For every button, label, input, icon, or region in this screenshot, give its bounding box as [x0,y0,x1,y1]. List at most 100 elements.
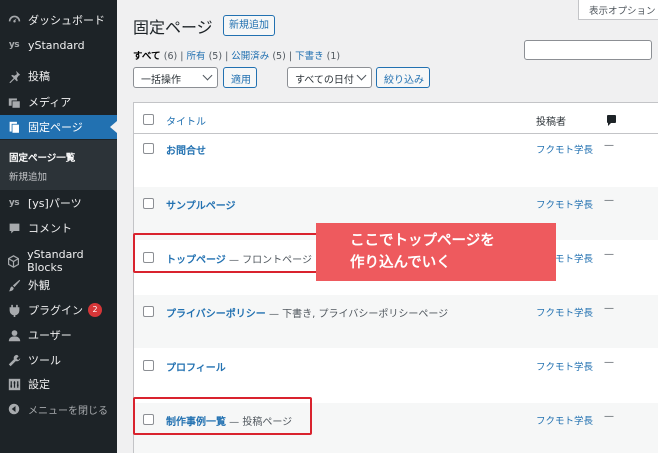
settings-icon [6,376,22,392]
submenu-all-pages[interactable]: 固定ページ一覧 [9,150,75,164]
comment-count: — [604,249,614,260]
author-link[interactable]: フクモト学長 [536,142,593,156]
comment-count: — [604,357,614,368]
menu-comments-label: コメント [28,222,72,235]
menu-pages[interactable]: 固定ページ [0,115,117,139]
collapse-menu-button[interactable]: メニューを閉じる [0,397,117,421]
menu-pages-label: 固定ページ [28,121,83,134]
collapse-arrow-icon [6,401,22,417]
page-title-link[interactable]: サンプルページ [166,201,236,212]
menu-dashboard[interactable]: ダッシュボード [0,8,117,32]
menu-posts-label: 投稿 [28,70,50,83]
menu-ystandard-blocks-label: yStandard Blocks [27,248,84,274]
add-new-button[interactable]: 新規追加 [223,15,275,36]
media-icon [6,94,22,110]
author-link[interactable]: フクモト学長 [536,359,593,373]
date-filter-value: すべての日付 [295,75,354,86]
menu-ystandard[interactable]: ys yStandard [0,33,117,57]
admin-sidebar: ダッシュボード ys yStandard 投稿 メディア 固定ページ 固定ページ… [0,0,117,453]
table-row: お問合せ フクモト学長 — [134,134,658,187]
table-header: タイトル 投稿者 [134,103,658,134]
row-checkbox[interactable] [143,360,154,371]
menu-settings[interactable]: 設定 [0,372,117,396]
menu-settings-label: 設定 [28,378,50,391]
menu-ys-parts-label: [ys]パーツ [28,197,82,210]
filter-button[interactable]: 絞り込み [376,67,430,88]
page-title: 固定ページ [133,18,213,37]
comment-count: — [604,303,614,314]
menu-users-label: ユーザー [28,329,72,342]
plugin-update-badge: 2 [88,303,102,317]
filter-all[interactable]: すべて (6) [133,51,177,62]
highlight-top-page-box [133,233,325,273]
row-checkbox[interactable] [143,143,154,154]
search-input[interactable] [524,40,652,60]
table-row: プロフィール フクモト学長 — [134,349,658,402]
callout-line-1: ここでトップページを [350,233,495,249]
page-title-link[interactable]: プロフィール [166,363,226,374]
brush-icon [6,277,22,293]
comment-count: — [604,411,614,422]
menu-plugins[interactable]: プラグイン 2 [0,298,117,322]
page-state: — 下書き, プライバシーポリシーページ [265,309,449,320]
filter-separator: | [288,51,293,62]
menu-appearance-label: 外観 [28,279,50,292]
highlight-works-list-box [133,397,312,435]
bulk-actions-select[interactable]: 一括操作 [133,67,218,88]
chevron-down-icon [202,70,213,81]
status-filter-links: すべて (6) | 所有 (5) | 公開済み (5) | 下書き (1) [133,48,340,62]
select-all-checkbox[interactable] [143,114,154,125]
annotation-callout: ここでトップページを 作り込んでいく [316,223,556,281]
cube-icon [6,253,21,269]
menu-tools[interactable]: ツール [0,348,117,372]
callout-line-2: 作り込んでいく [350,255,451,271]
menu-appearance[interactable]: 外観 [0,273,117,297]
menu-ystandard-label: yStandard [28,38,85,52]
collapse-menu-label: メニューを閉じる [28,405,108,417]
screen-options-tab[interactable]: 表示オプション [578,0,658,20]
ys-icon: ys [8,198,20,208]
menu-media[interactable]: メディア [0,90,117,114]
menu-media-label: メディア [28,96,72,109]
filter-separator: | [225,51,229,62]
submenu-add-new[interactable]: 新規追加 [9,169,47,183]
comment-bubble-icon [607,115,616,126]
column-title-header[interactable]: タイトル [166,113,206,128]
date-filter-select[interactable]: すべての日付 [287,67,372,88]
menu-ys-parts[interactable]: ys [ys]パーツ [0,191,117,215]
wrench-icon [6,352,22,368]
author-link[interactable]: フクモト学長 [536,197,593,211]
page-title-link[interactable]: プライバシーポリシー [166,309,266,320]
menu-posts[interactable]: 投稿 [0,64,117,88]
page-icon [6,119,22,135]
filter-separator: | [180,51,184,62]
filter-draft[interactable]: 下書き (1) [295,51,340,62]
column-author-header: 投稿者 [536,117,566,128]
menu-users[interactable]: ユーザー [0,323,117,347]
author-link[interactable]: フクモト学長 [536,413,593,427]
filter-mine[interactable]: 所有 (5) [187,51,223,62]
row-checkbox[interactable] [143,306,154,317]
page-title-link[interactable]: お問合せ [166,146,206,157]
comment-count: — [604,195,614,206]
plugin-icon [6,302,22,318]
comment-count: — [604,140,614,151]
ys-icon: ys [8,40,20,50]
menu-ystandard-blocks[interactable]: yStandard Blocks [0,248,117,274]
row-checkbox[interactable] [143,198,154,209]
dashboard-icon [6,12,22,28]
apply-button[interactable]: 適用 [223,67,257,88]
author-link[interactable]: フクモト学長 [536,305,593,319]
filter-published[interactable]: 公開済み (5) [231,51,286,62]
pages-submenu: 固定ページ一覧 新規追加 [0,140,117,190]
chevron-down-icon [356,70,367,81]
menu-plugins-label: プラグイン [28,304,83,317]
menu-dashboard-label: ダッシュボード [28,14,105,27]
menu-comments[interactable]: コメント [0,216,117,240]
table-row: プライバシーポリシー — 下書き, プライバシーポリシーページ フクモト学長 — [134,295,658,348]
pin-icon [6,68,22,84]
comment-icon [6,220,22,236]
bulk-actions-value: 一括操作 [141,75,181,86]
user-icon [6,327,22,343]
menu-tools-label: ツール [28,354,61,367]
